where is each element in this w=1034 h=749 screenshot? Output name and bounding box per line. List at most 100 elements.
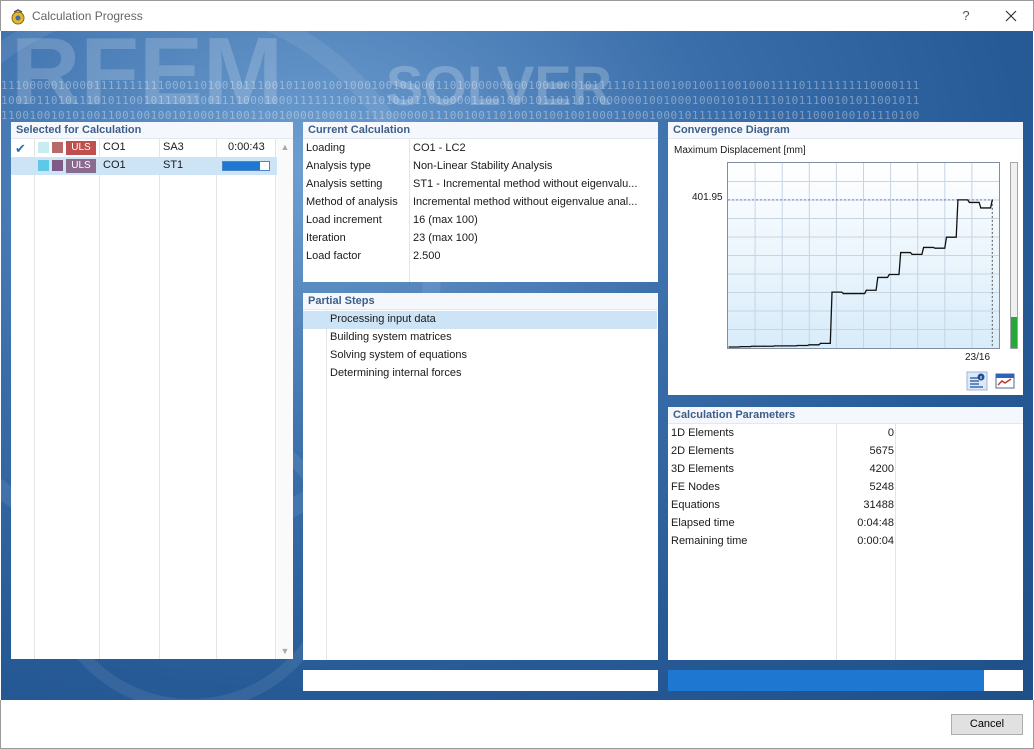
close-button[interactable] bbox=[997, 6, 1025, 26]
displacement-point bbox=[751, 345, 753, 347]
partial-steps-title: Partial Steps bbox=[303, 293, 658, 310]
current-calculation-key: Load factor bbox=[306, 250, 362, 262]
current-calculation-panel: Current Calculation Loading CO1 - LC2 Anal… bbox=[303, 122, 658, 282]
current-calculation-row: Loading CO1 - LC2 bbox=[303, 140, 658, 158]
displacement-series-line bbox=[729, 199, 993, 348]
color-swatch bbox=[52, 142, 63, 153]
current-calculation-row: Analysis type Non-Linear Stability Analys… bbox=[303, 158, 658, 176]
parameter-value: 31488 bbox=[863, 499, 894, 511]
displacement-point bbox=[888, 273, 890, 276]
parameter-row: Elapsed time 0:04:48 bbox=[668, 515, 1023, 533]
current-calculation-value: 23 (max 100) bbox=[413, 232, 478, 244]
displacement-point bbox=[900, 251, 902, 254]
parameter-key: FE Nodes bbox=[671, 481, 720, 493]
steps-progress-bar bbox=[303, 670, 658, 691]
title-bar: Calculation Progress ? bbox=[0, 0, 1034, 31]
parameter-key: Remaining time bbox=[671, 535, 748, 547]
parameters-title: Calculation Parameters bbox=[668, 407, 1023, 424]
parameter-row: 2D Elements 5675 bbox=[668, 443, 1023, 461]
convergence-panel: Convergence Diagram Maximum Displacement… bbox=[668, 122, 1023, 395]
parameter-row: 1D Elements 0 bbox=[668, 425, 1023, 443]
selected-row-active[interactable]: ULS CO1 ST1 bbox=[11, 157, 277, 175]
displacement-point bbox=[945, 236, 948, 238]
window-title: Calculation Progress bbox=[32, 9, 143, 23]
current-calculation-row: Load factor 2.500 bbox=[303, 248, 658, 266]
parameter-row: Remaining time 0:00:04 bbox=[668, 533, 1023, 551]
displacement-point bbox=[831, 291, 833, 293]
banner-binary-line: 1110000010000111111111100011010010111001… bbox=[1, 79, 920, 92]
partial-step-row: Building system matrices bbox=[303, 329, 657, 347]
x-current-label: 23/16 bbox=[965, 352, 991, 363]
displacement-point bbox=[854, 292, 856, 295]
parameter-key: 2D Elements bbox=[671, 445, 734, 457]
parameter-key: 3D Elements bbox=[671, 463, 734, 475]
displacement-point bbox=[797, 344, 799, 347]
current-calculation-row: Load increment 16 (max 100) bbox=[303, 212, 658, 230]
displacement-point bbox=[808, 344, 810, 346]
chart-subtitle: Maximum Displacement [mm] bbox=[674, 145, 806, 156]
displacement-point bbox=[785, 345, 787, 347]
checkmark-icon: ✔ bbox=[15, 141, 26, 156]
current-calculation-key: Loading bbox=[306, 142, 346, 154]
combination-cell: CO1 bbox=[103, 159, 126, 171]
case-cell: SA3 bbox=[163, 141, 184, 153]
cancel-button[interactable]: Cancel bbox=[951, 714, 1023, 735]
time-cell: 0:00:43 bbox=[228, 141, 265, 153]
current-calculation-key: Iteration bbox=[306, 232, 346, 244]
parameter-value: 5248 bbox=[869, 481, 894, 493]
convergence-plot bbox=[727, 162, 1000, 349]
type-badge: ULS bbox=[66, 141, 96, 155]
convergence-chart bbox=[728, 163, 999, 348]
help-button[interactable]: ? bbox=[955, 6, 977, 26]
parameter-key: Elapsed time bbox=[671, 517, 735, 529]
displacement-point bbox=[968, 201, 970, 204]
info-list-button[interactable] bbox=[966, 371, 988, 391]
parameter-row: 3D Elements 4200 bbox=[668, 461, 1023, 479]
current-calculation-title: Current Calculation bbox=[303, 122, 658, 139]
color-swatch bbox=[38, 160, 49, 171]
parameters-panel: Calculation Parameters 1D Elements 0 2D El… bbox=[668, 407, 1023, 660]
color-swatch bbox=[38, 142, 49, 153]
partial-step-row: Solving system of equations bbox=[303, 347, 657, 365]
partial-step-label: Processing input data bbox=[330, 313, 436, 325]
parameter-key: 1D Elements bbox=[671, 427, 734, 439]
displacement-point bbox=[877, 276, 879, 279]
parameter-value: 5675 bbox=[869, 445, 894, 457]
dialog-footer: Cancel bbox=[0, 700, 1034, 749]
type-badge: ULS bbox=[66, 159, 96, 173]
scroll-up-icon[interactable]: ▲ bbox=[277, 142, 293, 152]
partial-step-label: Solving system of equations bbox=[330, 349, 467, 361]
export-chart-button[interactable] bbox=[994, 371, 1016, 391]
current-calculation-value: 16 (max 100) bbox=[413, 214, 478, 226]
current-calculation-row: Method of analysis Incremental method wit… bbox=[303, 194, 658, 212]
displacement-point bbox=[922, 246, 925, 249]
current-calculation-value: 2.500 bbox=[413, 250, 441, 262]
parameter-key: Equations bbox=[671, 499, 720, 511]
displacement-point bbox=[842, 292, 845, 295]
parameter-row: Equations 31488 bbox=[668, 497, 1023, 515]
combination-cell: CO1 bbox=[103, 141, 126, 153]
y-max-label: 401.95 bbox=[692, 192, 723, 203]
selected-panel-title: Selected for Calculation bbox=[11, 122, 293, 139]
partial-step-row: Processing input data bbox=[303, 311, 657, 329]
displacement-point bbox=[762, 345, 764, 347]
current-calculation-value: Incremental method without eigenvalue an… bbox=[413, 196, 638, 208]
displacement-point bbox=[911, 253, 913, 256]
current-calculation-key: Analysis type bbox=[306, 160, 371, 172]
overall-progress-bar bbox=[668, 670, 1023, 691]
parameter-value: 0:04:48 bbox=[857, 517, 894, 529]
partial-steps-panel: Partial Steps Processing input data Build… bbox=[303, 293, 658, 660]
banner-binary-line: 1100100101010011001001001010001010011001… bbox=[1, 109, 920, 122]
vertical-scrollbar[interactable]: ▲ ▼ bbox=[277, 139, 293, 659]
current-calculation-row: Analysis setting ST1 - Incremental method… bbox=[303, 176, 658, 194]
displacement-point bbox=[957, 199, 959, 201]
selected-panel: Selected for Calculation ✔ ULS CO1 SA3 0… bbox=[11, 122, 293, 659]
close-icon bbox=[1005, 10, 1017, 22]
displacement-point bbox=[774, 345, 776, 347]
selected-row[interactable]: ✔ ULS CO1 SA3 0:00:43 bbox=[11, 139, 277, 157]
current-calculation-value: CO1 - LC2 bbox=[413, 142, 466, 154]
displacement-point bbox=[991, 199, 993, 201]
banner-binary-line: 1001011010111010110010111011001111000100… bbox=[1, 94, 920, 107]
scroll-down-icon[interactable]: ▼ bbox=[277, 646, 293, 656]
partial-step-label: Building system matrices bbox=[330, 331, 452, 343]
